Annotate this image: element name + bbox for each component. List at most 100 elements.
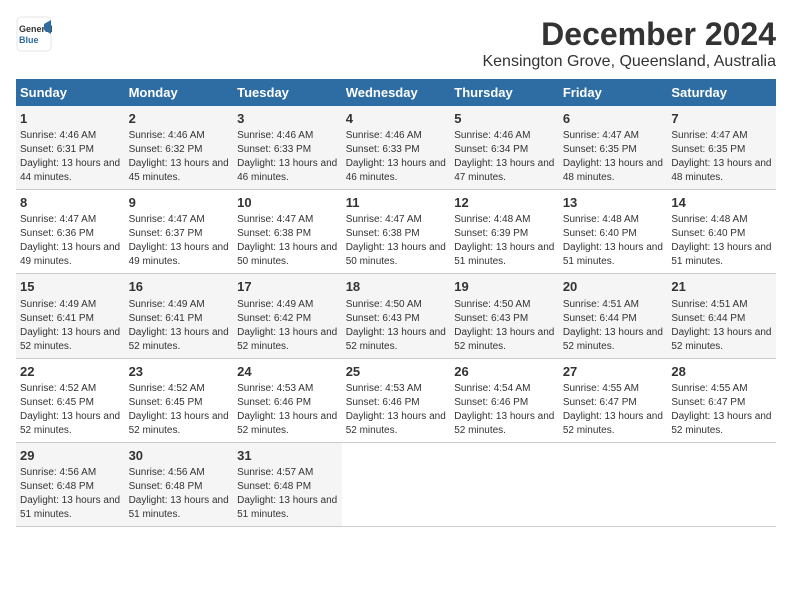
calendar-week-2: 8 Sunrise: 4:47 AM Sunset: 6:36 PM Dayli… [16,190,776,274]
sunrise-info: Sunrise: 4:53 AM [237,382,338,396]
sunrise-info: Sunrise: 4:48 AM [671,213,772,227]
day-number: 8 [20,194,121,212]
calendar-day-4: 4 Sunrise: 4:46 AM Sunset: 6:33 PM Dayli… [342,106,451,190]
sunset-info: Sunset: 6:35 PM [563,143,664,157]
calendar-day-23: 23 Sunrise: 4:52 AM Sunset: 6:45 PM Dayl… [125,358,234,442]
sunrise-info: Sunrise: 4:49 AM [129,298,230,312]
day-number: 7 [671,110,772,128]
sunset-info: Sunset: 6:43 PM [454,312,555,326]
calendar-day-29: 29 Sunrise: 4:56 AM Sunset: 6:48 PM Dayl… [16,442,125,526]
sunrise-info: Sunrise: 4:46 AM [237,129,338,143]
page-header: General Blue December 2024 Kensington Gr… [16,16,776,71]
sunset-info: Sunset: 6:45 PM [20,396,121,410]
calendar-day-2: 2 Sunrise: 4:46 AM Sunset: 6:32 PM Dayli… [125,106,234,190]
day-number: 31 [237,447,338,465]
calendar-day-1: 1 Sunrise: 4:46 AM Sunset: 6:31 PM Dayli… [16,106,125,190]
day-number: 13 [563,194,664,212]
sunset-info: Sunset: 6:40 PM [671,227,772,241]
day-number: 23 [129,363,230,381]
sunrise-info: Sunrise: 4:51 AM [563,298,664,312]
sunset-info: Sunset: 6:48 PM [129,480,230,494]
day-number: 5 [454,110,555,128]
sunset-info: Sunset: 6:46 PM [346,396,447,410]
sunset-info: Sunset: 6:48 PM [20,480,121,494]
sunrise-info: Sunrise: 4:46 AM [20,129,121,143]
daylight-info: Daylight: 13 hours and 45 minutes. [129,157,230,185]
sunset-info: Sunset: 6:33 PM [346,143,447,157]
title-block: December 2024 Kensington Grove, Queensla… [482,16,776,71]
sunrise-info: Sunrise: 4:47 AM [129,213,230,227]
day-number: 9 [129,194,230,212]
day-number: 19 [454,278,555,296]
daylight-info: Daylight: 13 hours and 52 minutes. [563,326,664,354]
calendar-day-8: 8 Sunrise: 4:47 AM Sunset: 6:36 PM Dayli… [16,190,125,274]
daylight-info: Daylight: 13 hours and 46 minutes. [346,157,447,185]
sunrise-info: Sunrise: 4:56 AM [129,466,230,480]
daylight-info: Daylight: 13 hours and 47 minutes. [454,157,555,185]
calendar-day-24: 24 Sunrise: 4:53 AM Sunset: 6:46 PM Dayl… [233,358,342,442]
day-number: 26 [454,363,555,381]
sunset-info: Sunset: 6:48 PM [237,480,338,494]
sunrise-info: Sunrise: 4:49 AM [20,298,121,312]
calendar-day-7: 7 Sunrise: 4:47 AM Sunset: 6:35 PM Dayli… [667,106,776,190]
daylight-info: Daylight: 13 hours and 48 minutes. [563,157,664,185]
logo-icon: General Blue [16,16,52,52]
daylight-info: Daylight: 13 hours and 52 minutes. [237,410,338,438]
day-number: 10 [237,194,338,212]
sunrise-info: Sunrise: 4:50 AM [454,298,555,312]
sunset-info: Sunset: 6:41 PM [129,312,230,326]
calendar-day-5: 5 Sunrise: 4:46 AM Sunset: 6:34 PM Dayli… [450,106,559,190]
daylight-info: Daylight: 13 hours and 52 minutes. [671,326,772,354]
logo: General Blue [16,16,56,52]
day-number: 27 [563,363,664,381]
sunrise-info: Sunrise: 4:52 AM [20,382,121,396]
sunrise-info: Sunrise: 4:57 AM [237,466,338,480]
sunrise-info: Sunrise: 4:46 AM [454,129,555,143]
sunset-info: Sunset: 6:45 PM [129,396,230,410]
calendar-day-18: 18 Sunrise: 4:50 AM Sunset: 6:43 PM Dayl… [342,274,451,358]
daylight-info: Daylight: 13 hours and 49 minutes. [20,241,121,269]
daylight-info: Daylight: 13 hours and 52 minutes. [563,410,664,438]
calendar-day-25: 25 Sunrise: 4:53 AM Sunset: 6:46 PM Dayl… [342,358,451,442]
sunrise-info: Sunrise: 4:48 AM [563,213,664,227]
daylight-info: Daylight: 13 hours and 52 minutes. [237,326,338,354]
sunset-info: Sunset: 6:35 PM [671,143,772,157]
calendar-day-20: 20 Sunrise: 4:51 AM Sunset: 6:44 PM Dayl… [559,274,668,358]
sunset-info: Sunset: 6:38 PM [237,227,338,241]
sunrise-info: Sunrise: 4:55 AM [563,382,664,396]
sunset-info: Sunset: 6:47 PM [563,396,664,410]
daylight-info: Daylight: 13 hours and 52 minutes. [454,410,555,438]
sunset-info: Sunset: 6:42 PM [237,312,338,326]
calendar-day-9: 9 Sunrise: 4:47 AM Sunset: 6:37 PM Dayli… [125,190,234,274]
sunrise-info: Sunrise: 4:55 AM [671,382,772,396]
calendar-day-17: 17 Sunrise: 4:49 AM Sunset: 6:42 PM Dayl… [233,274,342,358]
calendar-day-11: 11 Sunrise: 4:47 AM Sunset: 6:38 PM Dayl… [342,190,451,274]
day-header-sunday: Sunday [16,79,125,106]
sunrise-info: Sunrise: 4:47 AM [346,213,447,227]
sunset-info: Sunset: 6:47 PM [671,396,772,410]
calendar-day-26: 26 Sunrise: 4:54 AM Sunset: 6:46 PM Dayl… [450,358,559,442]
sunrise-info: Sunrise: 4:50 AM [346,298,447,312]
day-number: 16 [129,278,230,296]
day-number: 1 [20,110,121,128]
daylight-info: Daylight: 13 hours and 51 minutes. [454,241,555,269]
calendar-day-30: 30 Sunrise: 4:56 AM Sunset: 6:48 PM Dayl… [125,442,234,526]
daylight-info: Daylight: 13 hours and 52 minutes. [671,410,772,438]
sunrise-info: Sunrise: 4:47 AM [20,213,121,227]
day-number: 21 [671,278,772,296]
daylight-info: Daylight: 13 hours and 50 minutes. [237,241,338,269]
page-title: December 2024 [482,16,776,53]
sunrise-info: Sunrise: 4:52 AM [129,382,230,396]
calendar-header-row: SundayMondayTuesdayWednesdayThursdayFrid… [16,79,776,106]
day-number: 24 [237,363,338,381]
day-number: 20 [563,278,664,296]
sunrise-info: Sunrise: 4:56 AM [20,466,121,480]
calendar-day-3: 3 Sunrise: 4:46 AM Sunset: 6:33 PM Dayli… [233,106,342,190]
calendar-day-15: 15 Sunrise: 4:49 AM Sunset: 6:41 PM Dayl… [16,274,125,358]
daylight-info: Daylight: 13 hours and 44 minutes. [20,157,121,185]
sunrise-info: Sunrise: 4:47 AM [671,129,772,143]
calendar-day-12: 12 Sunrise: 4:48 AM Sunset: 6:39 PM Dayl… [450,190,559,274]
day-number: 2 [129,110,230,128]
svg-text:Blue: Blue [19,35,39,45]
day-header-thursday: Thursday [450,79,559,106]
